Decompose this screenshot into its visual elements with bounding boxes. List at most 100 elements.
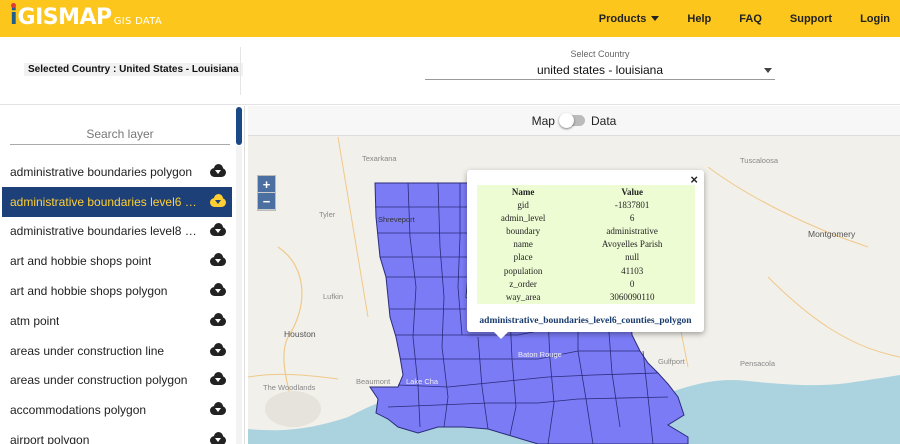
attribute-name: way_area — [505, 291, 541, 302]
attribute-name: gid — [517, 199, 529, 210]
cloud-download-icon[interactable] — [210, 372, 226, 386]
column-header-value: Value — [621, 187, 643, 197]
gismap-logo[interactable]: i GISMAP GIS DATA — [10, 3, 163, 31]
layer-sidebar: administrative boundaries polygon adminis… — [0, 106, 245, 444]
attribute-value: 3060090110 — [609, 291, 655, 302]
map-label-beaumont: Beaumont — [356, 377, 391, 386]
nav-faq[interactable]: FAQ — [739, 13, 762, 25]
layer-item[interactable]: administrative boundaries polygon — [2, 157, 232, 187]
chevron-down-icon — [764, 68, 772, 73]
feature-info-popup: × Name Value gid -1837801 admin_level 6 boun… — [467, 170, 704, 339]
attribute-row: admin_level 6 — [477, 211, 695, 224]
map-label-lake-charles: Lake Cha — [406, 377, 439, 386]
logo-i: i — [10, 3, 18, 30]
zoom-in-button[interactable]: + — [258, 176, 275, 193]
layer-item-label: areas under construction polygon — [10, 373, 188, 388]
attribute-name: z_order — [509, 278, 537, 289]
map-label-lufkin: Lufkin — [323, 292, 344, 301]
map-label-houston: Houston — [284, 329, 316, 339]
layer-item-label: airport polygon — [10, 433, 90, 444]
layer-item-label: accommodations polygon — [10, 403, 147, 418]
sidebar-scrollbar-track[interactable] — [236, 146, 242, 444]
logo-dot — [11, 3, 16, 8]
attribute-name: boundary — [506, 225, 541, 236]
attribute-value: 6 — [629, 212, 635, 223]
layer-item-label: areas under construction line — [10, 343, 165, 358]
search-layer-input[interactable] — [10, 123, 230, 145]
map-label-montgomery: Montgomery — [808, 229, 856, 239]
nav-support[interactable]: Support — [790, 13, 832, 25]
map-data-toggle-bar: Map Data — [248, 106, 900, 136]
map-label-woodlands: The Woodlands — [263, 383, 316, 392]
main-nav: Products Help FAQ Support Login — [571, 0, 890, 37]
cloud-download-icon[interactable] — [210, 163, 226, 178]
cloud-download-icon[interactable] — [210, 402, 226, 416]
cloud-download-icon[interactable] — [210, 253, 226, 267]
layer-item-label: art and hobbie shops polygon — [10, 284, 168, 299]
map-label-baton-rouge: Baton Rouge — [518, 350, 562, 359]
attribute-row: way_area 3060090110 — [477, 290, 695, 303]
layer-item[interactable]: atm point — [2, 306, 232, 336]
attribute-value: Avoyelles Parish — [601, 239, 663, 250]
layer-item-label: art and hobbie shops point — [10, 254, 152, 269]
divider — [240, 47, 241, 95]
attribute-value: -1837801 — [614, 199, 650, 210]
layer-item[interactable]: administrative boundaries level6 countie… — [2, 186, 232, 217]
map-toggle-label: Map — [531, 113, 555, 128]
select-country-caption: Select Country — [570, 49, 630, 59]
layer-item[interactable]: art and hobbie shops point — [2, 246, 232, 276]
cloud-download-icon[interactable] — [210, 312, 226, 327]
layer-item[interactable]: areas under construction line — [2, 336, 232, 366]
cloud-download-icon[interactable] — [210, 432, 226, 444]
attribute-row: place null — [477, 251, 695, 264]
data-toggle-label: Data — [590, 113, 617, 128]
map-label-shreveport: Shreveport — [378, 215, 415, 224]
logo-subtext: GIS DATA — [113, 16, 163, 27]
selected-country-label: Selected Country : United States - Louis… — [24, 63, 243, 76]
cloud-download-icon[interactable] — [210, 342, 226, 357]
nav-login[interactable]: Login — [860, 13, 890, 25]
attribute-name: place — [513, 252, 533, 263]
map-label-tuscaloosa: Tuscaloosa — [740, 156, 779, 165]
chevron-down-icon — [651, 16, 660, 21]
layer-list: administrative boundaries polygon adminis… — [2, 157, 232, 444]
nav-help[interactable]: Help — [687, 13, 711, 25]
attribute-value: 0 — [629, 278, 635, 289]
country-selector-row: Selected Country : United States - Louis… — [0, 37, 900, 105]
attribute-header-row: Name Value — [477, 185, 695, 198]
layer-item[interactable]: areas under construction polygon — [2, 366, 232, 396]
sidebar-scrollbar-thumb[interactable] — [236, 107, 242, 145]
map-data-switch[interactable] — [558, 113, 585, 128]
layer-item[interactable]: administrative boundaries level8 polygon — [2, 217, 232, 247]
cloud-download-icon[interactable] — [210, 193, 226, 208]
layer-item[interactable]: accommodations polygon — [2, 395, 232, 425]
layer-item-label: administrative boundaries polygon — [10, 164, 193, 179]
country-select[interactable]: united states - louisiana — [425, 60, 775, 80]
attribute-row: z_order 0 — [477, 277, 695, 290]
attribute-name: name — [513, 239, 533, 250]
layer-item-label: atm point — [10, 313, 60, 328]
zoom-out-button[interactable]: − — [258, 193, 275, 210]
logo-text: GISMAP — [17, 5, 113, 30]
attribute-row: population 41103 — [477, 264, 695, 277]
houston-urban — [265, 391, 321, 427]
attribute-name: admin_level — [500, 212, 546, 223]
attribute-rows: gid -1837801 admin_level 6 boundary administr… — [477, 198, 695, 304]
attribute-value: 41103 — [621, 265, 644, 276]
map-panel: Map Data + − Texarkana Tuscaloosa Tyler … — [248, 106, 900, 444]
cloud-download-icon[interactable] — [210, 223, 226, 237]
map-label-pensacola: Pensacola — [740, 359, 776, 368]
map-label-texarkana: Texarkana — [362, 154, 397, 163]
map-canvas[interactable]: + − Texarkana Tuscaloosa Tyler Shrevepor… — [248, 136, 900, 444]
attribute-value: null — [625, 252, 640, 263]
map-label-tyler: Tyler — [319, 210, 336, 219]
top-navbar: i GISMAP GIS DATA Products Help FAQ Supp… — [0, 0, 900, 37]
nav-products[interactable]: Products — [599, 13, 660, 25]
layer-item[interactable]: art and hobbie shops polygon — [2, 276, 232, 306]
attribute-row: boundary administrative — [477, 224, 695, 237]
layer-item[interactable]: airport polygon — [2, 425, 232, 444]
column-header-name: Name — [511, 187, 535, 197]
country-select-value: united states - louisiana — [536, 63, 664, 77]
cloud-download-icon[interactable] — [210, 283, 226, 297]
attribute-row: gid -1837801 — [477, 198, 695, 211]
